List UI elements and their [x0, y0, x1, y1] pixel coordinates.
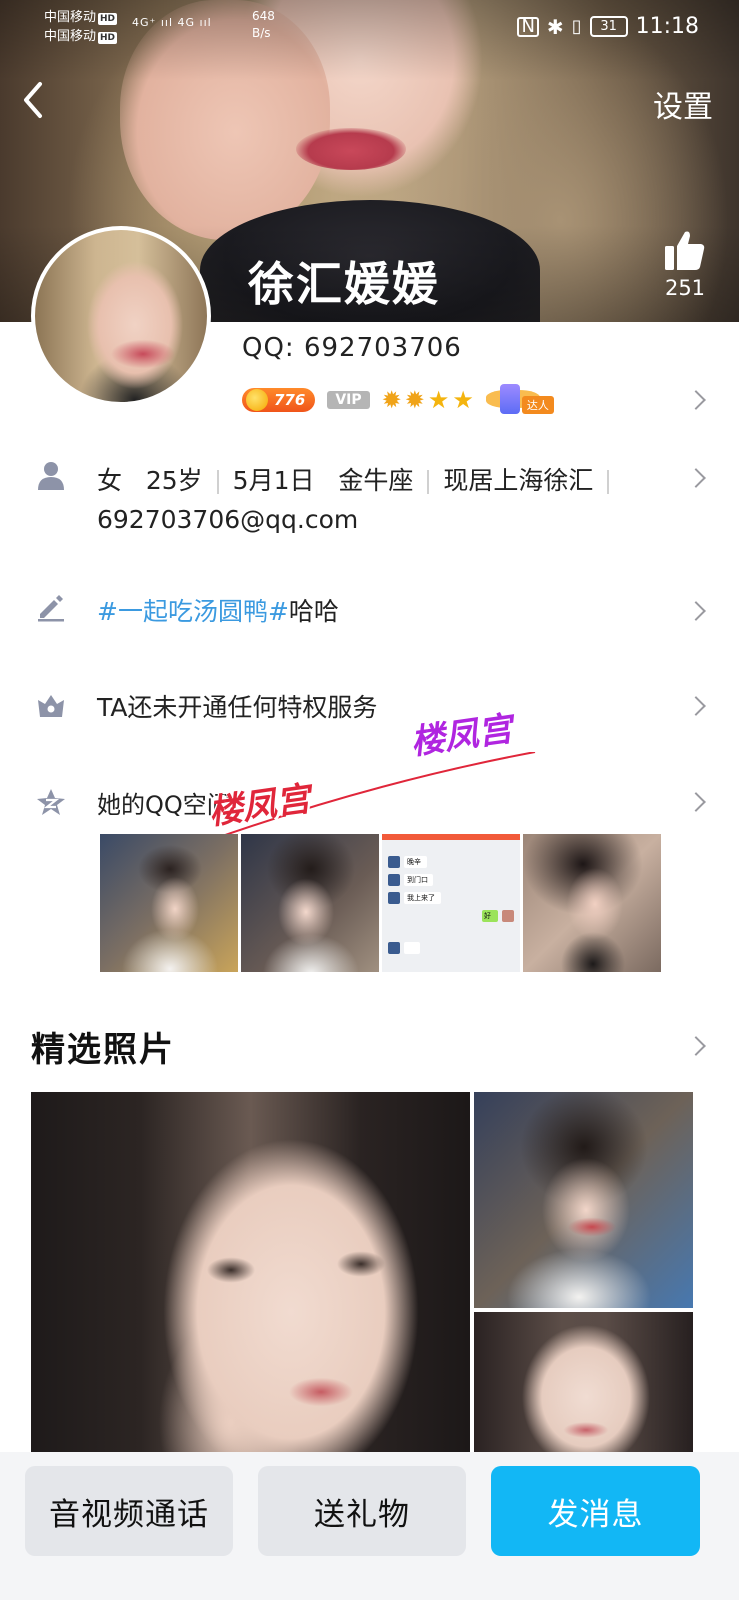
- zodiac: 金牛座: [338, 466, 414, 495]
- badges-chevron-icon[interactable]: [686, 390, 706, 410]
- featured-photo[interactable]: [474, 1092, 693, 1308]
- qzone-photo[interactable]: [523, 834, 661, 972]
- like-button[interactable]: 251: [660, 228, 710, 300]
- divider: [607, 470, 610, 494]
- level-value: 776: [274, 391, 306, 409]
- chat-header: [382, 834, 520, 840]
- signature[interactable]: #一起吃汤圆鸭#哈哈: [97, 592, 339, 628]
- basic-info[interactable]: 女 25岁 5月1日 金牛座 现居上海徐汇: [97, 461, 623, 497]
- privilege-text[interactable]: TA还未开通任何特权服务: [97, 688, 377, 724]
- qzone-photo[interactable]: [241, 834, 379, 972]
- talent-label: 达人: [521, 396, 554, 414]
- info-chevron-icon[interactable]: [686, 468, 706, 488]
- qq-number: QQ: 692703706: [242, 333, 462, 363]
- qzone-chat-screenshot[interactable]: 晚辛 到门口 我上来了 好: [382, 834, 520, 972]
- level-stars: ✹ ✹ ★ ★: [382, 388, 474, 412]
- carrier-2: 中国移动: [44, 29, 97, 44]
- chat-bubble: 好: [482, 910, 498, 922]
- photos-chevron-icon[interactable]: [686, 1036, 706, 1056]
- chat-avatar: [502, 910, 514, 922]
- divider: [216, 470, 219, 494]
- battery-icon: 31: [589, 16, 628, 37]
- bluetooth-icon: ✱: [546, 14, 564, 39]
- nfc-icon: N: [517, 16, 539, 37]
- location: 现居上海徐汇: [443, 466, 594, 495]
- featured-photo[interactable]: [474, 1312, 693, 1456]
- coin-icon: [246, 389, 268, 411]
- star-icon: ★: [452, 386, 474, 414]
- send-gift-button[interactable]: 送礼物: [258, 1466, 466, 1556]
- featured-photo[interactable]: [31, 1092, 470, 1456]
- birthday: 5月1日: [232, 466, 315, 495]
- age: 25岁: [145, 466, 203, 495]
- signal-icon: 4G⁺ ııl 4G ııl: [132, 16, 212, 29]
- badge-row[interactable]: 776 VIP ✹ ✹ ★ ★ 达人: [242, 384, 558, 416]
- divider: [427, 470, 430, 494]
- status-right: N ✱ ▯ 31 11:18: [517, 14, 699, 39]
- carrier-1: 中国移动: [44, 10, 97, 25]
- sun-icon: ✹: [381, 386, 402, 414]
- chat-avatar: [388, 856, 400, 868]
- talent-badge[interactable]: 达人: [485, 384, 558, 416]
- qq-label: QQ:: [242, 333, 295, 363]
- signature-chevron-icon[interactable]: [686, 601, 706, 621]
- send-message-button[interactable]: 发消息: [491, 1466, 700, 1556]
- like-count: 251: [664, 276, 706, 300]
- person-icon: [38, 462, 64, 490]
- net-speed: 648 B/s: [252, 8, 275, 42]
- chat-bubble: 我上来了: [404, 892, 441, 904]
- phone-icon: [499, 384, 520, 414]
- net-speed-value: 648: [252, 9, 275, 23]
- chat-avatar: [388, 892, 400, 904]
- qzone-photo[interactable]: [100, 834, 238, 972]
- qzone-thumbnails: 晚辛 到门口 我上来了 好: [100, 834, 661, 972]
- thumbs-up-icon: [665, 231, 705, 270]
- sun-icon: ✹: [404, 386, 425, 414]
- featured-photos-title: 精选照片: [31, 1030, 175, 1070]
- privilege-chevron-icon[interactable]: [686, 696, 706, 716]
- profile-name: 徐汇媛媛: [248, 257, 440, 311]
- edit-pencil-icon: [38, 595, 64, 622]
- back-button[interactable]: [20, 80, 48, 120]
- vibrate-icon: ▯: [571, 16, 582, 37]
- signature-text: 哈哈: [288, 597, 339, 626]
- status-bar: 中国移动 HD 中国移动 HD 4G⁺ ııl 4G ııl 648 B/s N ✱…: [44, 6, 699, 46]
- av-call-button[interactable]: 音视频通话: [25, 1466, 233, 1556]
- clock: 11:18: [635, 14, 699, 39]
- vip-badge[interactable]: VIP: [327, 391, 370, 409]
- chat-bubble: [404, 942, 420, 954]
- settings-button[interactable]: 设置: [653, 82, 713, 126]
- email: 692703706@qq.com: [97, 505, 359, 534]
- level-badge[interactable]: 776: [242, 388, 316, 412]
- chat-avatar: [388, 874, 400, 886]
- chat-bubble: 到门口: [404, 874, 433, 886]
- qzone-chevron-icon[interactable]: [686, 792, 706, 812]
- hd-badge: HD: [98, 32, 118, 44]
- gender: 女: [97, 466, 123, 495]
- crown-icon: [38, 695, 64, 717]
- qq-value: 692703706: [303, 333, 462, 363]
- net-speed-unit: B/s: [252, 26, 271, 40]
- hd-badge: HD: [98, 13, 118, 25]
- chat-bubble: 晚辛: [404, 856, 427, 868]
- chat-avatar: [388, 942, 400, 954]
- star-icon: ★: [427, 386, 450, 414]
- qzone-star-icon: [37, 789, 65, 815]
- avatar[interactable]: [31, 226, 211, 406]
- signature-tag[interactable]: #一起吃汤圆鸭#: [97, 597, 289, 626]
- carrier-info: 中国移动 HD 中国移动 HD: [44, 8, 118, 46]
- back-arrow-icon: [24, 82, 42, 118]
